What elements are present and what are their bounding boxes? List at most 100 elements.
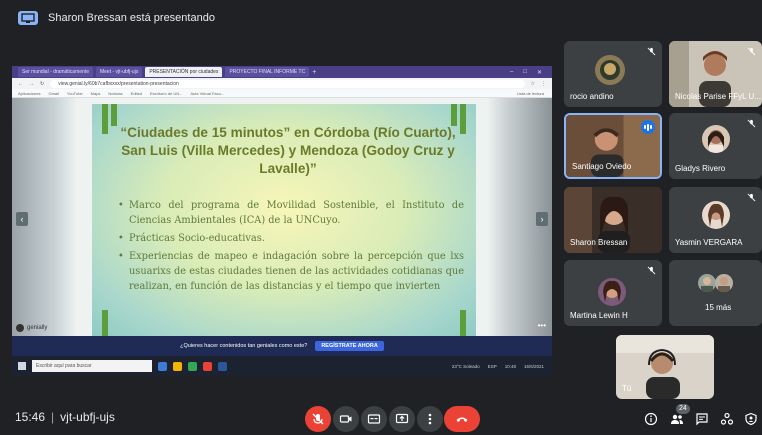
participant-tile[interactable]: Nicolas Parise FFyL U... <box>669 41 762 107</box>
slide-area: “Ciudades de 15 minutos” en Córdoba (Río… <box>12 98 552 336</box>
avatar <box>702 201 730 229</box>
slide-title-line: San Luis (Villa Mercedes) y Mendoza (God… <box>121 143 455 158</box>
url-field[interactable]: view.genial.ly/60b7cafbxxxx/presentation… <box>50 79 525 88</box>
bookmark-item[interactable]: Escritorio de UN... <box>150 91 182 96</box>
bookmark-item[interactable]: Aplicaciones <box>18 91 40 96</box>
windows-taskbar: Escribir aquí para buscar 23°C Soleado E… <box>12 356 552 376</box>
meeting-details-button[interactable] <box>642 410 660 428</box>
people-icon <box>671 414 683 424</box>
decor-bar <box>460 310 466 336</box>
decor-bar <box>451 104 457 126</box>
more-icon[interactable]: ••• <box>538 321 546 330</box>
mic-off-icon <box>746 46 756 56</box>
self-view-tile[interactable]: Tú <box>616 335 714 399</box>
slide: “Ciudades de 15 minutos” en Córdoba (Río… <box>92 104 476 336</box>
presenter-bar: Sharon Bressan está presentando <box>0 0 762 36</box>
bookmark-item[interactable]: Gmail <box>48 91 58 96</box>
close-icon[interactable]: ✕ <box>537 69 542 76</box>
activities-icon <box>720 412 734 425</box>
meeting-separator: | <box>51 410 55 424</box>
bookmark-item[interactable]: Noticias <box>108 91 122 96</box>
camera-toggle-button[interactable] <box>333 406 359 432</box>
activities-button[interactable] <box>718 410 736 428</box>
host-controls-button[interactable] <box>742 410 760 428</box>
forward-icon[interactable]: → <box>29 81 34 87</box>
taskbar-app-icon[interactable] <box>158 361 167 371</box>
genially-logo-icon <box>16 324 24 332</box>
slide-title-line: “Ciudades de 15 minutos” en Córdoba (Río… <box>120 125 456 140</box>
participant-tile[interactable]: Sharon Bressan <box>564 187 662 253</box>
promo-banner: ¿Quieres hacer contenidos tan geniales c… <box>12 336 552 356</box>
lock-person-icon <box>745 412 757 426</box>
participant-name: Nicolas Parise FFyL U... <box>675 92 761 101</box>
reading-list[interactable]: Lista de lectura <box>517 91 552 96</box>
taskbar-app-icon[interactable] <box>173 361 182 371</box>
bookmark-item[interactable]: YouTube <box>67 91 83 96</box>
participant-tile[interactable]: Yasmin VERGARA <box>669 187 762 253</box>
participant-name: Sharon Bressan <box>570 238 628 247</box>
captions-button[interactable] <box>361 406 387 432</box>
star-icon[interactable]: ☆ <box>531 81 535 87</box>
decor-bar <box>102 310 108 336</box>
decor-bar <box>111 104 117 126</box>
hang-up-icon <box>456 417 468 422</box>
more-vert-icon <box>428 413 432 425</box>
leave-call-button[interactable] <box>444 406 480 432</box>
bookmark-item[interactable]: Maps <box>91 91 101 96</box>
camera-icon <box>339 415 352 423</box>
bookmark-item[interactable]: Aula Virtual Facu... <box>190 91 224 96</box>
participant-tile[interactable]: Gladys Rivero <box>669 113 762 179</box>
new-tab-icon[interactable]: + <box>312 69 316 76</box>
window-controls: – □ ✕ <box>510 69 552 76</box>
avatar <box>698 274 716 292</box>
taskbar-app-icon[interactable] <box>218 361 227 371</box>
menu-icon[interactable]: ⋮ <box>541 81 552 87</box>
decor-bar <box>460 104 466 134</box>
browser-tab[interactable]: Ser mundial - dramáticamente <box>18 67 93 77</box>
register-button[interactable]: REGÍSTRATE AHORA <box>315 341 384 351</box>
more-participants-tile[interactable]: 15 más <box>669 260 762 326</box>
clock-time: 10:48 <box>504 363 516 369</box>
meeting-time: 15:46 <box>15 410 46 424</box>
presenter-text: Sharon Bressan está presentando <box>48 12 215 24</box>
taskbar-app-icon[interactable] <box>203 361 212 371</box>
browser-tab[interactable]: Meet - vjt-ubfj-ujs <box>95 67 143 77</box>
participant-tile[interactable]: Martina Lewin H <box>564 260 662 326</box>
genially-brand: genially <box>16 324 47 332</box>
prev-slide-button[interactable]: ‹ <box>16 212 28 226</box>
slide-title-line: Lavalle)” <box>259 161 317 176</box>
slide-bullet: Prácticas Socio-educativas. <box>118 231 464 246</box>
browser-tab[interactable]: PROYECTO FINAL INFORME TC <box>225 67 310 77</box>
mic-toggle-button[interactable] <box>305 406 331 432</box>
meeting-info: 15:46 | vjt-ubfj-ujs <box>15 410 115 424</box>
avatar <box>598 278 626 306</box>
mic-off-icon <box>312 413 324 425</box>
taskbar-app-icon[interactable] <box>188 361 197 371</box>
present-screen-button[interactable] <box>389 406 415 432</box>
chat-button[interactable] <box>693 410 711 428</box>
participant-tile[interactable]: rocio andino <box>564 41 662 107</box>
maximize-icon[interactable]: □ <box>523 69 527 76</box>
genially-label: genially <box>27 325 48 331</box>
mic-off-icon <box>746 118 756 128</box>
more-options-button[interactable] <box>417 406 443 432</box>
meeting-code: vjt-ubfj-ujs <box>60 410 115 424</box>
people-button[interactable] <box>668 410 686 428</box>
participant-name: Yasmin VERGARA <box>675 238 743 247</box>
weather-label: 23°C Soleado <box>451 363 480 369</box>
windows-start-icon[interactable] <box>18 362 26 370</box>
back-icon[interactable]: ← <box>18 81 23 87</box>
avatar <box>702 125 730 153</box>
bookmark-item[interactable]: Edited <box>131 91 142 96</box>
browser-tab-active[interactable]: PRESENTACIÓN por ciudades <box>145 67 223 77</box>
mic-off-icon <box>746 192 756 202</box>
address-bar: ← → ↻ view.genial.ly/60b7cafbxxxx/presen… <box>12 78 552 89</box>
minimize-icon[interactable]: – <box>510 69 513 76</box>
participant-name: Santiago Oviedo <box>572 162 632 171</box>
participant-tile-active-speaker[interactable]: Santiago Oviedo <box>564 113 662 179</box>
info-icon <box>644 412 658 426</box>
next-slide-button[interactable]: › <box>536 212 548 226</box>
reload-icon[interactable]: ↻ <box>40 81 44 87</box>
mic-off-icon <box>646 46 656 56</box>
taskbar-search[interactable]: Escribir aquí para buscar <box>32 360 152 372</box>
